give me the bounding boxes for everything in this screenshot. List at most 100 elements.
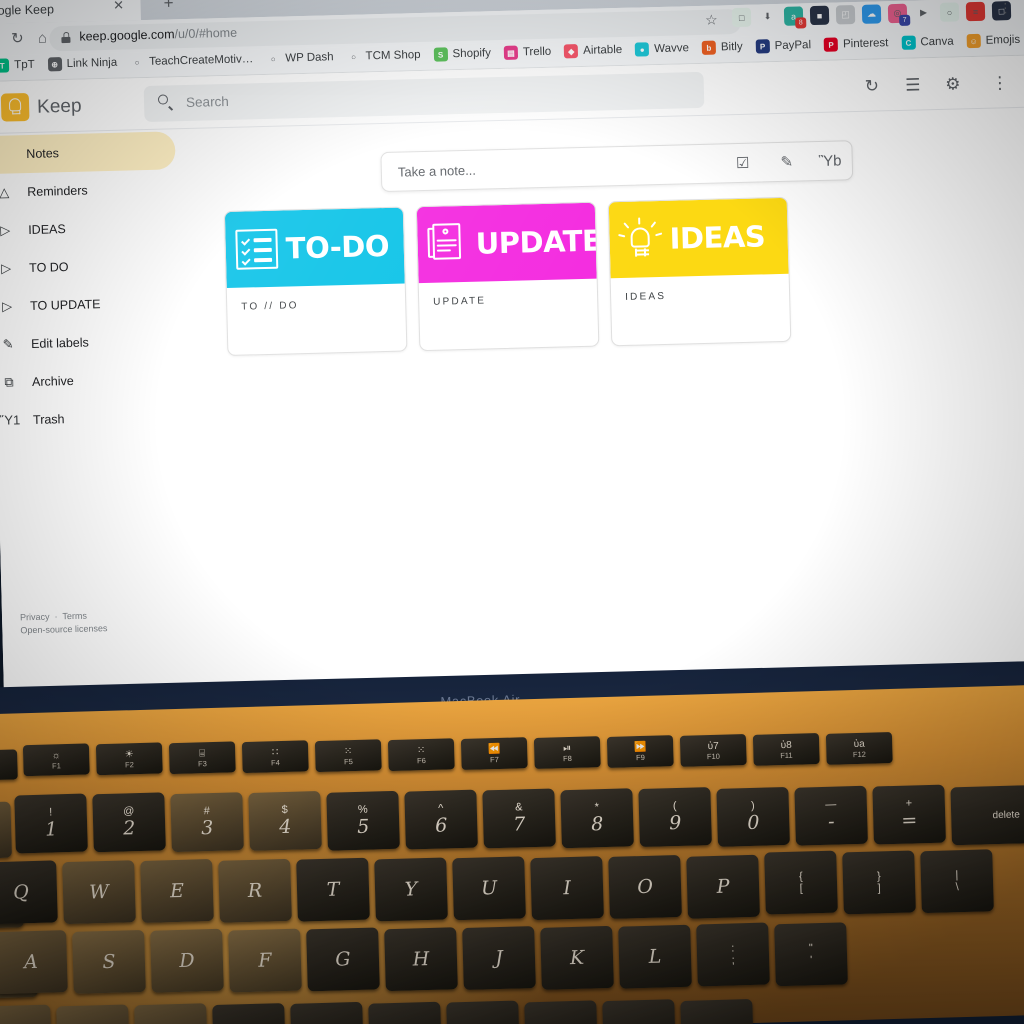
take-a-note-bar[interactable]: Take a note... ☑ ✎ Ὓb (380, 140, 854, 193)
key-p[interactable]: P (686, 854, 760, 919)
sidebar-item-edit-labels[interactable]: ✎ Edit labels (0, 321, 181, 364)
key-bottom-4[interactable] (290, 1001, 364, 1024)
key-9[interactable]: (9 (638, 787, 712, 848)
note-card[interactable]: TO-DO TO // DO (223, 206, 408, 357)
key-bottom-5[interactable] (368, 1001, 442, 1024)
key-k[interactable]: K (540, 925, 614, 990)
sidebar-item-notes[interactable]: Notes (0, 131, 176, 174)
bookmark-item[interactable]: P PayPal (755, 38, 811, 54)
bookmark-item[interactable]: ☺ Emojis (966, 33, 1020, 49)
key-q[interactable]: Q (0, 860, 58, 925)
key--[interactable]: — - (794, 785, 868, 846)
key-o[interactable]: O (608, 854, 682, 919)
refresh-icon[interactable]: ↻ (861, 75, 884, 98)
apps-grid-icon[interactable]: ⋮ (989, 72, 1012, 95)
key-bottom-6[interactable] (446, 1000, 520, 1024)
key-7[interactable]: & 7 (482, 788, 556, 849)
honey-ext[interactable]: ≡ (965, 1, 986, 22)
key-f7[interactable]: ⏪ F7 (460, 737, 528, 771)
bookmark-item[interactable]: T TpT (0, 58, 35, 73)
sidebar-item-reminders[interactable]: △ Reminders (0, 169, 177, 212)
loom-ext[interactable]: ▶ (913, 3, 934, 23)
bookmark-item[interactable]: b Bitly (701, 40, 743, 55)
bookmark-item[interactable]: ⊕ Link Ninja (47, 56, 117, 72)
chrome-menu-icon[interactable]: ⋮ (999, 0, 1012, 15)
key-punct-0[interactable]: :; (696, 922, 770, 987)
key-f11[interactable]: ὐ8 F11 (752, 733, 820, 766)
bookmark-item[interactable]: S Shopify (433, 46, 491, 62)
bookmark-star-icon[interactable]: ☆ (705, 11, 718, 28)
key-delete[interactable]: delete (950, 784, 1024, 846)
licenses-link[interactable]: Open-source licenses (20, 623, 107, 635)
bookmark-item[interactable]: ○ TCM Shop (346, 48, 421, 64)
key-f[interactable]: F (228, 928, 302, 993)
bookmark-item[interactable]: ○ TeachCreateMotiv… (129, 52, 254, 70)
key-w[interactable]: W (62, 859, 136, 924)
search-input[interactable]: Search (143, 71, 705, 123)
key-bracket-1[interactable]: }] (842, 849, 916, 914)
note-card[interactable]: IDEAS IDEAS (607, 196, 792, 347)
bookmark-item[interactable]: ▤ Trello (503, 45, 552, 60)
key-f6[interactable]: ⁙ F6 (387, 738, 455, 772)
privacy-link[interactable]: Privacy (20, 612, 50, 623)
cloud-ext[interactable]: ☁ (861, 4, 882, 24)
key-1[interactable]: ! 1 (14, 793, 88, 854)
key-f5[interactable]: ⁙ F5 (314, 739, 382, 773)
key-f2[interactable]: ☀ F2 (95, 742, 163, 776)
key-6[interactable]: ^ 6 (404, 789, 478, 850)
key-f9[interactable]: ⏩ F9 (606, 735, 674, 768)
sidebar-item-to-update[interactable]: ▷ TO UPDATE (0, 283, 180, 326)
new-list-icon[interactable]: ☑ (732, 153, 755, 176)
close-icon[interactable]: ✕ (110, 0, 126, 14)
circle-ext[interactable]: ○ (939, 2, 960, 22)
reload-icon[interactable]: ↻ (7, 29, 27, 49)
new-drawing-icon[interactable]: ✎ (776, 152, 799, 175)
key-5[interactable]: % 5 (326, 790, 400, 851)
key-d[interactable]: D (150, 928, 224, 993)
key-bottom-7[interactable] (524, 999, 598, 1024)
keyboard-ext[interactable]: ■ (809, 5, 830, 26)
lastpass-ext[interactable]: a8 (783, 6, 807, 29)
key-f4[interactable]: ∷ F4 (241, 740, 309, 774)
sidebar-item-trash[interactable]: Ὕ1 Trash (0, 397, 182, 440)
key-g[interactable]: G (306, 927, 380, 992)
key-4[interactable]: $4 (248, 791, 322, 852)
key-e[interactable]: E (140, 859, 214, 924)
bookmark-item[interactable]: ● Wavve (635, 41, 689, 57)
grammar-ext[interactable]: □ (731, 7, 752, 28)
key-f3[interactable]: ⌸ F3 (168, 741, 236, 775)
key-y[interactable]: Y (374, 856, 448, 921)
key-bracket-2[interactable]: | \ (920, 849, 994, 914)
key-s[interactable]: S (72, 929, 146, 994)
sidebar-item-ideas[interactable]: ▷ IDEAS (0, 207, 178, 250)
key-3[interactable]: #3 (170, 791, 244, 852)
new-tab-button[interactable]: + (158, 0, 178, 14)
key-bottom-9[interactable] (680, 998, 754, 1024)
key-t[interactable]: T (296, 857, 370, 922)
bookmark-item[interactable]: ◆ Airtable (564, 43, 622, 59)
key-j[interactable]: J (462, 926, 536, 991)
terms-link[interactable]: Terms (62, 611, 87, 622)
key-f10[interactable]: ὐ7 F10 (679, 734, 747, 767)
settings-icon[interactable]: ⚙ (942, 73, 965, 96)
key-u[interactable]: U (452, 856, 526, 921)
key-i[interactable]: I (530, 855, 604, 920)
key-=[interactable]: + = (872, 784, 946, 845)
screenshot-ext[interactable]: ◰ (835, 5, 856, 25)
list-view-icon[interactable]: ☰ (902, 74, 925, 97)
key-bottom-0[interactable] (0, 1004, 52, 1024)
new-image-icon[interactable]: Ὓb (818, 150, 842, 173)
key-l[interactable]: L (618, 924, 692, 989)
download-ext[interactable]: ⬇ (757, 6, 778, 27)
key-bottom-2[interactable] (134, 1003, 208, 1024)
key-bottom-8[interactable] (602, 999, 676, 1024)
key-0[interactable]: ) 0 (716, 786, 790, 847)
key-tilde[interactable]: ~ (0, 801, 13, 859)
bookmark-item[interactable]: P Pinterest (823, 36, 889, 52)
key-esc[interactable]: esc (0, 749, 18, 781)
key-f12[interactable]: ὐa F12 (825, 731, 893, 765)
key-a[interactable]: A (0, 930, 68, 995)
key-punct-1[interactable]: " ' (774, 921, 848, 986)
note-card[interactable]: UPDATE UPDATE (415, 201, 600, 352)
key-bottom-3[interactable] (212, 1002, 286, 1024)
